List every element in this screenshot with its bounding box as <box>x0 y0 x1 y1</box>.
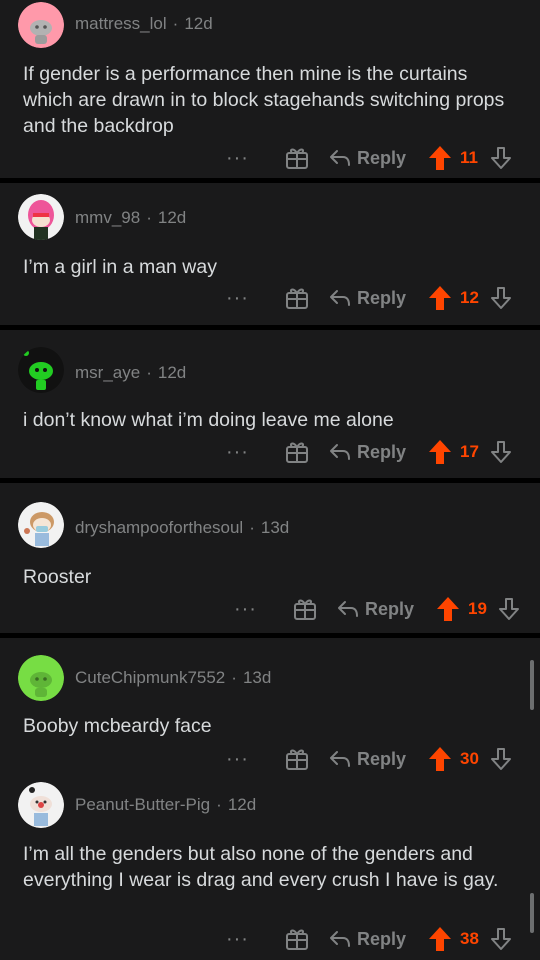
downvote-icon[interactable] <box>490 927 512 951</box>
comment-actions: ··· Reply 38 <box>226 924 512 954</box>
vote-score: 17 <box>460 442 479 461</box>
comment-age: 12d <box>157 208 187 227</box>
separator-dot: · <box>146 208 152 227</box>
user-avatar[interactable] <box>18 194 64 240</box>
reply-icon <box>329 444 350 460</box>
user-avatar[interactable] <box>18 2 64 48</box>
comment-body: If gender is a performance then mine is … <box>23 63 505 137</box>
award-icon[interactable] <box>283 747 311 771</box>
username[interactable]: dryshampooforthesoul <box>75 518 243 537</box>
downvote-icon[interactable] <box>490 440 512 464</box>
vote-score: 30 <box>460 749 479 768</box>
downvote-icon[interactable] <box>498 597 520 621</box>
username[interactable]: CuteChipmunk7552 <box>75 668 225 687</box>
comment-meta: mmv_98 · 12d <box>75 208 186 228</box>
reply-label: Reply <box>356 147 406 168</box>
comment-meta: mattress_lol · 12d <box>75 14 213 34</box>
comment-age: 12d <box>157 363 187 382</box>
award-icon[interactable] <box>291 597 319 621</box>
comment-card: mmv_98 · 12d I’m a girl in a man way ··· R… <box>0 183 540 325</box>
more-options-button[interactable]: ··· <box>226 148 249 168</box>
upvote-icon[interactable] <box>428 746 452 772</box>
upvote-icon[interactable] <box>428 926 452 952</box>
reply-button[interactable]: Reply <box>329 148 406 169</box>
separator-dot: · <box>216 795 222 814</box>
comment-meta: Peanut-Butter-Pig · 12d <box>75 795 256 815</box>
separator-dot: · <box>146 363 152 382</box>
more-options-button[interactable]: ··· <box>226 929 249 949</box>
separator-dot: · <box>172 14 179 33</box>
separator-dot: · <box>231 668 237 687</box>
comment-age: 12d <box>227 795 257 814</box>
comment-actions: ··· Reply 11 <box>226 143 512 173</box>
comment-body: Rooster <box>23 566 92 588</box>
upvote-icon[interactable] <box>436 596 460 622</box>
reply-label: Reply <box>356 287 406 308</box>
comment-body: I’m a girl in a man way <box>23 256 217 278</box>
reply-icon <box>329 290 350 306</box>
more-options-button[interactable]: ··· <box>226 288 249 308</box>
award-icon[interactable] <box>283 286 311 310</box>
vote-score: 11 <box>460 148 478 167</box>
comment-actions: ··· Reply 12 <box>226 283 512 313</box>
more-options-button[interactable]: ··· <box>226 442 249 462</box>
comment-card: dryshampooforthesoul · 13d Rooster ··· Rep… <box>0 483 540 633</box>
reply-label: Reply <box>356 748 406 769</box>
reply-icon <box>329 751 350 767</box>
user-avatar[interactable] <box>18 502 64 548</box>
user-avatar[interactable] <box>18 347 64 393</box>
upvote-icon[interactable] <box>428 145 452 171</box>
username[interactable]: msr_aye <box>75 363 140 382</box>
reply-button[interactable]: Reply <box>337 599 414 620</box>
reply-label: Reply <box>356 441 406 462</box>
downvote-icon[interactable] <box>490 286 512 310</box>
scrollbar-thumb[interactable] <box>530 660 534 710</box>
reply-icon <box>337 601 358 617</box>
separator-dot: · <box>249 518 255 537</box>
comment-meta: msr_aye · 12d <box>75 363 186 383</box>
vote-score: 12 <box>460 288 479 307</box>
user-avatar[interactable] <box>18 655 64 701</box>
more-options-button[interactable]: ··· <box>234 599 257 619</box>
comment-age: 13d <box>242 668 272 687</box>
scrollbar-thumb-lower[interactable] <box>530 893 534 933</box>
comment-card: msr_aye · 12d i don’t know what i’m doing … <box>0 330 540 478</box>
comment-card: mattress_lol · 12d If gender is a performa… <box>0 0 540 178</box>
award-icon[interactable] <box>283 927 311 951</box>
reply-button[interactable]: Reply <box>329 749 406 770</box>
username[interactable]: mattress_lol <box>75 14 167 33</box>
comment-meta: dryshampooforthesoul · 13d <box>75 518 289 538</box>
username[interactable]: Peanut-Butter-Pig <box>75 795 210 814</box>
vote-score: 19 <box>468 599 487 618</box>
downvote-icon[interactable] <box>490 146 512 170</box>
comment-body: i don’t know what i’m doing leave me alo… <box>23 409 394 431</box>
comment-body: Booby mcbeardy face <box>23 715 212 737</box>
comment-body: I’m all the genders but also none of the… <box>23 843 499 891</box>
reply-icon <box>329 150 350 166</box>
award-icon[interactable] <box>283 440 311 464</box>
more-options-button[interactable]: ··· <box>226 749 249 769</box>
comment-actions: ··· Reply 30 <box>226 744 512 774</box>
upvote-icon[interactable] <box>428 439 452 465</box>
award-icon[interactable] <box>283 146 311 170</box>
vote-score: 38 <box>460 929 479 948</box>
reply-icon <box>329 931 350 947</box>
reply-button[interactable]: Reply <box>329 442 406 463</box>
comment-age: 12d <box>184 14 213 33</box>
upvote-icon[interactable] <box>428 285 452 311</box>
user-avatar[interactable] <box>18 782 64 828</box>
reply-label: Reply <box>356 928 406 949</box>
comment-card: CuteChipmunk7552 · 13d Booby mcbeardy face… <box>0 638 540 960</box>
reply-button[interactable]: Reply <box>329 929 406 950</box>
comment-actions: ··· Reply 17 <box>226 437 512 467</box>
reply-button[interactable]: Reply <box>329 288 406 309</box>
comment-meta: CuteChipmunk7552 · 13d <box>75 668 271 688</box>
reply-label: Reply <box>364 598 414 619</box>
downvote-icon[interactable] <box>490 747 512 771</box>
comment-age: 13d <box>260 518 290 537</box>
username[interactable]: mmv_98 <box>75 208 140 227</box>
comment-actions: ··· Reply 19 <box>234 594 520 624</box>
